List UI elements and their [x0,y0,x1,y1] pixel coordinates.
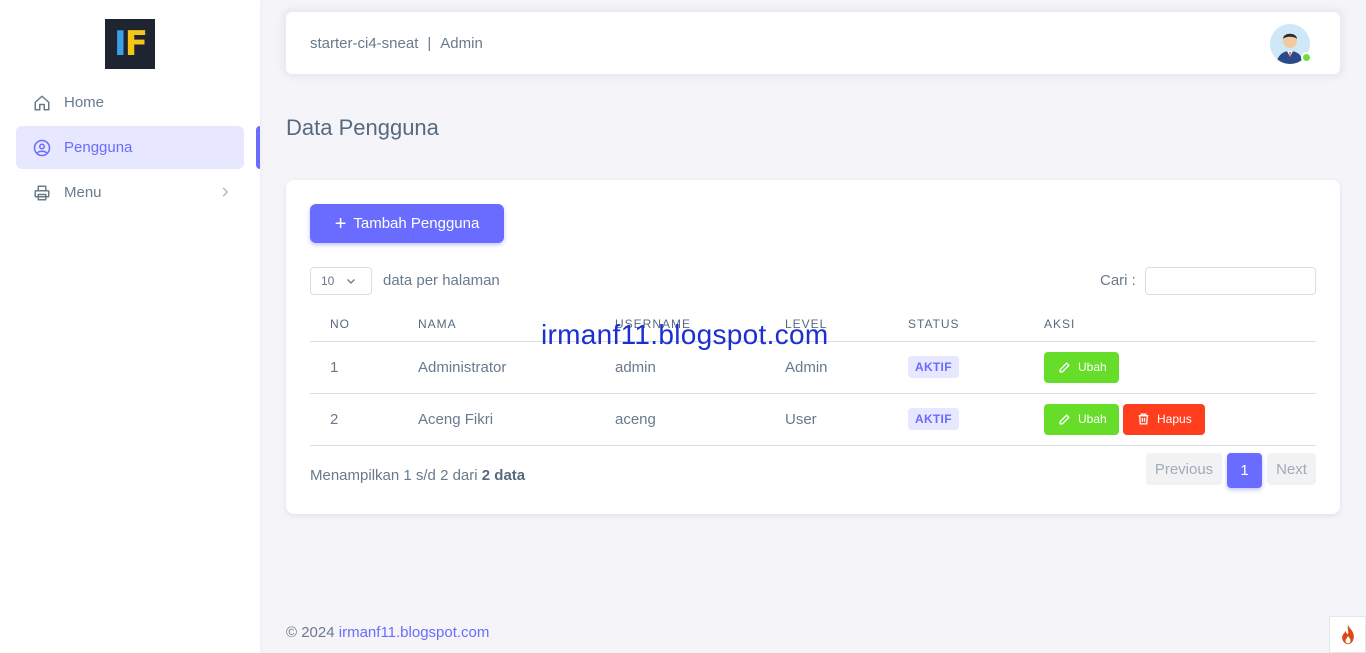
plus-icon: + [334,212,347,235]
watermark-text: irmanf11.blogspot.com [541,319,829,350]
sidebar-item-label: Home [64,94,105,111]
cell-username: aceng [595,393,765,446]
page-length-value: 10 [321,274,335,288]
sidebar-item-home[interactable]: Home [16,81,244,124]
sidebar-item-label: Pengguna [64,139,133,156]
column-header-status[interactable]: STATUS [888,308,1024,342]
cell-aksi: Ubah Hapus [1024,393,1316,446]
status-badge: AKTIF [908,408,959,430]
edit-button[interactable]: Ubah [1044,403,1119,435]
flame-icon [1341,624,1354,644]
search-label: Cari : [1100,272,1136,289]
cell-no: 2 [310,393,398,446]
cell-no: 1 [310,341,398,394]
sidebar: IF Home Pengguna Menu [0,0,260,653]
edit-label: Ubah [1078,360,1107,374]
cell-nama: Aceng Fikri [398,393,595,446]
page-length-label: data per halaman [383,272,500,289]
table-info-total: 2 data [481,467,526,484]
home-icon [33,94,51,112]
search-input[interactable] [1145,267,1316,295]
page-length-select[interactable]: 10 [310,267,372,295]
cell-aksi: Ubah [1024,341,1316,394]
add-user-label: Tambah Pengguna [353,215,480,232]
edit-button[interactable]: Ubah [1044,351,1119,383]
logo-letter-f: F [124,24,148,64]
user-role: Admin [440,34,483,52]
active-menu-indicator [256,126,260,169]
navbar-separator: | [427,34,432,52]
table-info: Menampilkan 1 s/d 2 dari 2 data [310,467,525,484]
pagination-page-1[interactable]: 1 [1227,453,1262,488]
sidebar-item-menu[interactable]: Menu [16,171,244,214]
footer-copyright: © 2024 [286,624,339,641]
chevron-down-icon [345,275,357,287]
edit-label: Ubah [1078,412,1107,426]
page-title: Data Pengguna [286,115,439,140]
online-status-dot [1301,52,1312,63]
table-row: 2 Aceng Fikri aceng User AKTIF Ubah Hapu… [310,393,1316,446]
logo-letter-i: I [114,24,127,64]
top-navbar: starter-ci4-sneat | Admin [286,12,1340,74]
delete-label: Hapus [1157,412,1192,426]
codeigniter-debug-button[interactable] [1329,616,1366,653]
sidebar-item-label: Menu [64,184,102,201]
cell-level: User [765,393,888,446]
user-circle-icon [33,139,51,157]
sidebar-item-pengguna[interactable]: Pengguna [16,126,244,169]
column-header-no[interactable]: NO [310,308,398,342]
trash-icon [1138,413,1149,425]
footer: © 2024 irmanf11.blogspot.com [286,624,489,641]
chevron-right-icon [218,185,232,199]
table-info-prefix: Menampilkan 1 s/d 2 dari [310,467,482,484]
delete-button[interactable]: Hapus [1123,403,1205,435]
pagination: Previous 1 Next [1146,453,1316,488]
pencil-icon [1059,361,1070,373]
footer-link[interactable]: irmanf11.blogspot.com [339,624,490,641]
pencil-icon [1059,413,1070,425]
sidebar-menu: Home Pengguna Menu [16,81,244,216]
cell-status: AKTIF [888,341,1024,394]
pagination-previous[interactable]: Previous [1146,453,1222,485]
app-logo[interactable]: IF [105,19,155,69]
status-badge: AKTIF [908,356,959,378]
cell-status: AKTIF [888,393,1024,446]
column-header-aksi: AKSI [1024,308,1316,342]
app-name: starter-ci4-sneat [310,34,419,52]
printer-icon [33,184,51,202]
pagination-next[interactable]: Next [1267,453,1316,485]
add-user-button[interactable]: + Tambah Pengguna [310,204,504,243]
